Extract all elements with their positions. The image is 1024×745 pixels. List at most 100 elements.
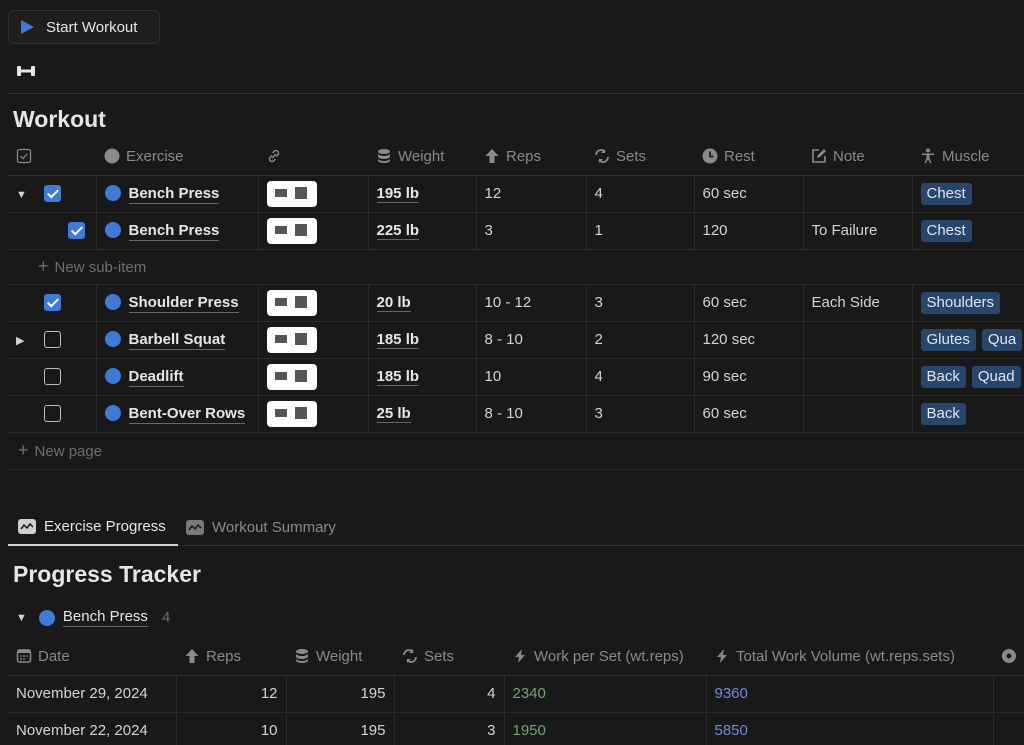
- new-page-button[interactable]: + New page: [8, 432, 1024, 470]
- rest-cell[interactable]: 60 sec: [693, 175, 803, 213]
- reps-cell[interactable]: 12: [175, 675, 286, 713]
- new-sub-item-row[interactable]: + New sub-item: [8, 249, 1024, 285]
- exercise-cell[interactable]: Barbell Squat: [95, 321, 258, 359]
- muscle-cell[interactable]: Glutes Qua: [911, 321, 1024, 359]
- sets-cell[interactable]: 4: [585, 358, 694, 396]
- weight-cell[interactable]: 25 lb: [367, 395, 476, 433]
- reps-cell[interactable]: 10: [475, 358, 586, 396]
- done-checkbox[interactable]: [44, 368, 61, 386]
- exercise-thumbnail[interactable]: [266, 289, 317, 316]
- exercise-thumbnail[interactable]: [266, 363, 317, 390]
- rest-cell[interactable]: 120 sec: [693, 321, 803, 359]
- exercise-cell[interactable]: Deadlift: [95, 358, 258, 396]
- header-work-per-set[interactable]: Work per Set (wt.reps): [504, 638, 706, 676]
- done-checkbox[interactable]: [44, 405, 61, 423]
- weight-cell[interactable]: 225 lb: [367, 212, 476, 250]
- group-header[interactable]: ▼ Bench Press 4: [16, 608, 170, 627]
- weight-cell[interactable]: 195: [285, 675, 394, 713]
- exercise-thumbnail[interactable]: [266, 400, 317, 427]
- group-name[interactable]: Bench Press: [62, 608, 148, 627]
- weight-cell[interactable]: 195 lb: [367, 175, 476, 213]
- exercise-cell[interactable]: Bench Press: [95, 212, 258, 250]
- expand-toggle-icon[interactable]: ▼: [16, 189, 30, 201]
- done-checkbox[interactable]: [44, 294, 61, 312]
- rest-cell[interactable]: 120: [693, 212, 803, 250]
- header-sets[interactable]: Sets: [394, 638, 504, 676]
- new-page-row[interactable]: + New page: [8, 432, 1024, 470]
- header-exercise[interactable]: Exercise: [96, 138, 258, 176]
- tab-workout-summary[interactable]: Workout Summary: [186, 508, 336, 546]
- muscle-cell[interactable]: Chest: [911, 175, 1024, 213]
- header-muscle[interactable]: Muscle: [912, 138, 1024, 176]
- image-cell[interactable]: [257, 175, 368, 213]
- done-checkbox[interactable]: [44, 331, 61, 349]
- sets-cell[interactable]: 1: [585, 212, 694, 250]
- image-cell[interactable]: [257, 321, 368, 359]
- exercise-name[interactable]: Deadlift: [128, 368, 184, 387]
- table-row[interactable]: Bent-Over Rows 25 lb 8 - 10 3 60 sec Back: [8, 395, 1024, 433]
- reps-cell[interactable]: 8 - 10: [475, 321, 586, 359]
- header-date[interactable]: Date: [8, 638, 176, 676]
- start-workout-button[interactable]: Start Workout: [8, 10, 160, 44]
- exercise-thumbnail[interactable]: [266, 217, 317, 244]
- note-cell[interactable]: [802, 175, 912, 213]
- sets-cell[interactable]: 4: [585, 175, 694, 213]
- header-note[interactable]: Note: [803, 138, 912, 176]
- reps-cell[interactable]: 12: [475, 175, 586, 213]
- note-cell[interactable]: [802, 321, 912, 359]
- image-cell[interactable]: [257, 395, 368, 433]
- rest-cell[interactable]: 90 sec: [693, 358, 803, 396]
- muscle-cell[interactable]: Chest: [911, 212, 1024, 250]
- muscle-cell[interactable]: Shoulders: [911, 284, 1024, 322]
- muscle-cell[interactable]: Back: [911, 395, 1024, 433]
- header-link[interactable]: [258, 138, 368, 176]
- note-cell[interactable]: Each Side: [802, 284, 912, 322]
- header-reps[interactable]: Reps: [176, 638, 286, 676]
- rest-cell[interactable]: 60 sec: [693, 284, 803, 322]
- table-row[interactable]: Bench Press 225 lb 3 1 120 To Failure Chest: [8, 212, 1024, 250]
- exercise-name[interactable]: Bench Press: [128, 185, 220, 204]
- sets-cell[interactable]: 3: [393, 712, 504, 745]
- sets-cell[interactable]: 3: [585, 284, 694, 322]
- table-row[interactable]: Shoulder Press 20 lb 10 - 12 3 60 sec Each Si…: [8, 284, 1024, 322]
- exercise-cell[interactable]: Shoulder Press: [95, 284, 258, 322]
- muscle-cell[interactable]: Back Quad: [911, 358, 1024, 396]
- table-row[interactable]: ▶ Barbell Squat 185 lb 8 - 10 2 120 sec Glutes…: [8, 321, 1024, 359]
- collapse-triangle-icon[interactable]: ▼: [16, 612, 27, 624]
- date-cell[interactable]: November 29, 2024: [8, 675, 176, 713]
- new-sub-item-button[interactable]: + New sub-item: [8, 249, 1024, 285]
- progress-row[interactable]: November 22, 2024 10 195 3 1950 5850: [8, 712, 1024, 745]
- exercise-thumbnail[interactable]: [266, 326, 317, 353]
- exercise-cell[interactable]: Bench Press: [95, 175, 258, 213]
- done-checkbox[interactable]: [68, 222, 85, 240]
- note-cell[interactable]: To Failure: [802, 212, 912, 250]
- header-extra[interactable]: [993, 638, 1024, 676]
- sets-cell[interactable]: 2: [585, 321, 694, 359]
- exercise-thumbnail[interactable]: [266, 180, 317, 207]
- exercise-name[interactable]: Bent-Over Rows: [128, 405, 246, 424]
- tab-exercise-progress[interactable]: Exercise Progress: [8, 508, 178, 546]
- image-cell[interactable]: [257, 358, 368, 396]
- weight-cell[interactable]: 195: [285, 712, 394, 745]
- header-rest[interactable]: Rest: [694, 138, 803, 176]
- reps-cell[interactable]: 3: [475, 212, 586, 250]
- header-reps[interactable]: Reps: [476, 138, 586, 176]
- weight-cell[interactable]: 185 lb: [367, 321, 476, 359]
- reps-cell[interactable]: 10: [175, 712, 286, 745]
- exercise-name[interactable]: Barbell Squat: [128, 331, 226, 350]
- sets-cell[interactable]: 4: [393, 675, 504, 713]
- header-total-volume[interactable]: Total Work Volume (wt.reps.sets): [706, 638, 993, 676]
- exercise-cell[interactable]: Bent-Over Rows: [95, 395, 258, 433]
- header-sets[interactable]: Sets: [586, 138, 694, 176]
- date-cell[interactable]: November 22, 2024: [8, 712, 176, 745]
- progress-row[interactable]: November 29, 2024 12 195 4 2340 9360: [8, 675, 1024, 713]
- weight-cell[interactable]: 185 lb: [367, 358, 476, 396]
- done-checkbox[interactable]: [44, 185, 61, 203]
- weight-cell[interactable]: 20 lb: [367, 284, 476, 322]
- header-done[interactable]: [8, 138, 96, 176]
- extra-cell[interactable]: [992, 712, 1024, 745]
- exercise-name[interactable]: Bench Press: [128, 222, 220, 241]
- image-cell[interactable]: [257, 284, 368, 322]
- note-cell[interactable]: [802, 395, 912, 433]
- table-row[interactable]: ▼ Bench Press 195 lb 12 4 60 sec Chest: [8, 175, 1024, 213]
